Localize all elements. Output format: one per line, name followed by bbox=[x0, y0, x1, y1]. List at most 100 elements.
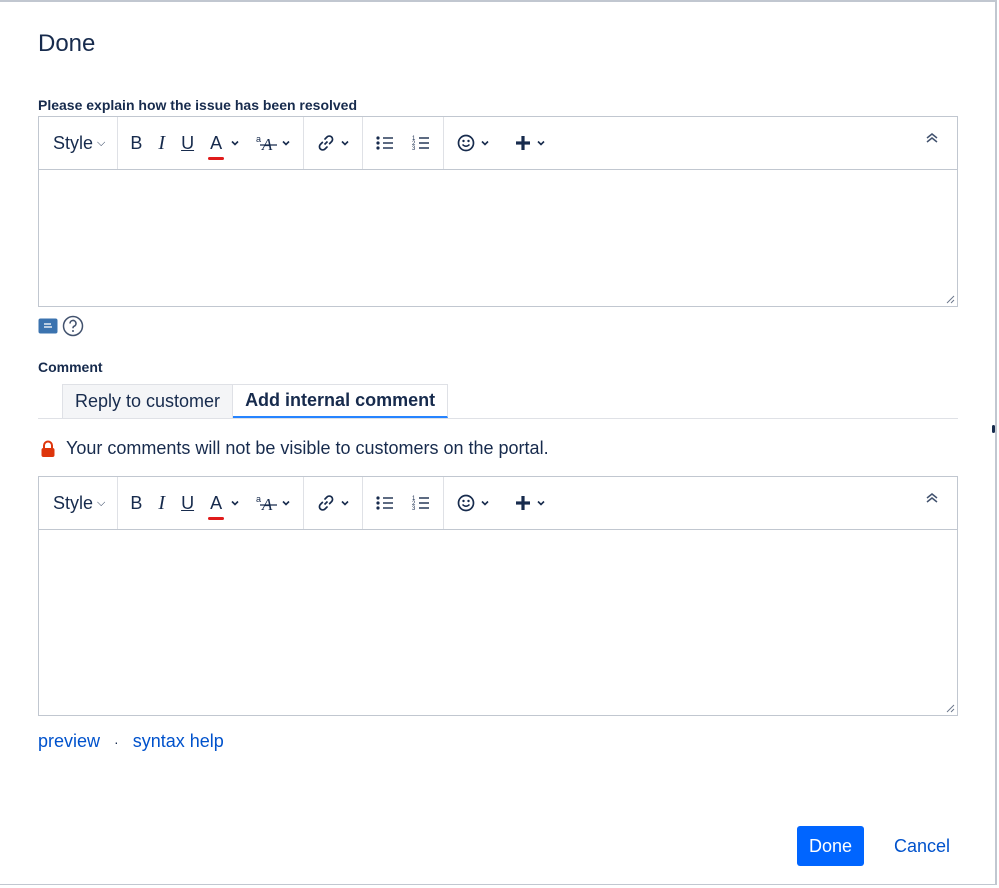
chevron-down-icon bbox=[282, 140, 290, 146]
chevron-down-icon bbox=[341, 500, 349, 506]
link-dropdown[interactable] bbox=[316, 133, 350, 153]
more-formatting-icon: aA bbox=[256, 134, 278, 152]
plus-icon bbox=[516, 496, 531, 510]
editor-toolbar: Style ⌵ B I U A aA 1 2 3 bbox=[39, 117, 957, 170]
svg-text:A: A bbox=[261, 495, 273, 512]
text-color-icon: A bbox=[208, 492, 225, 520]
collapse-toolbar-button[interactable] bbox=[925, 131, 939, 150]
style-group: Style ⌵ bbox=[53, 117, 119, 169]
underline-button[interactable]: U bbox=[181, 133, 194, 154]
resolution-textarea[interactable] bbox=[39, 170, 957, 306]
svg-text:3: 3 bbox=[412, 506, 416, 512]
underline-button[interactable]: U bbox=[181, 493, 194, 514]
resize-handle-icon[interactable] bbox=[945, 294, 955, 304]
notice-text: Your comments will not be visible to cus… bbox=[66, 438, 549, 458]
preview-link[interactable]: preview bbox=[38, 731, 100, 752]
numbered-list-button[interactable]: 123 bbox=[411, 494, 431, 512]
collapse-toolbar-button[interactable] bbox=[925, 491, 939, 510]
chevron-down-icon: ⌵ bbox=[97, 496, 106, 509]
edge-marker bbox=[992, 425, 995, 433]
resolution-label: Please explain how the issue has been re… bbox=[38, 97, 358, 113]
comment-textarea[interactable] bbox=[39, 530, 957, 715]
tab-divider bbox=[38, 418, 958, 419]
link-icon bbox=[318, 495, 334, 511]
bold-button[interactable]: B bbox=[130, 493, 142, 514]
done-button[interactable]: Done bbox=[797, 826, 864, 866]
wiki-mode-button[interactable] bbox=[38, 318, 58, 334]
style-group: Style ⌵ bbox=[53, 477, 119, 529]
emoji-dropdown[interactable] bbox=[456, 133, 490, 153]
more-formatting-dropdown[interactable]: aA bbox=[256, 134, 291, 152]
collapse-icon bbox=[926, 133, 938, 143]
chevron-down-icon bbox=[537, 140, 545, 146]
syntax-help-link[interactable]: syntax help bbox=[133, 731, 224, 752]
chevron-down-icon bbox=[481, 500, 489, 506]
link-dropdown[interactable] bbox=[316, 493, 350, 513]
collapse-icon bbox=[926, 493, 938, 503]
style-label: Style bbox=[53, 132, 94, 153]
insert-dropdown[interactable] bbox=[514, 494, 546, 512]
bullet-list-button[interactable] bbox=[375, 494, 395, 512]
tab-add-internal-comment[interactable]: Add internal comment bbox=[233, 384, 449, 418]
comment-editor: Style ⌵ B I U A aA 1 2 3 bbox=[38, 476, 958, 716]
document-icon bbox=[38, 318, 58, 334]
link-group bbox=[316, 117, 364, 169]
chevron-down-icon bbox=[282, 500, 290, 506]
link-separator: · bbox=[114, 733, 119, 750]
numbered-list-icon: 123 bbox=[412, 136, 430, 152]
comment-label: Comment bbox=[38, 359, 103, 375]
italic-button[interactable]: I bbox=[158, 132, 165, 155]
list-group: 123 bbox=[375, 117, 445, 169]
emoji-icon bbox=[457, 134, 475, 152]
chevron-down-icon bbox=[231, 140, 239, 146]
svg-text:a: a bbox=[256, 494, 261, 504]
numbered-list-icon: 123 bbox=[412, 496, 430, 512]
resolution-editor: Style ⌵ B I U A aA 1 2 3 bbox=[38, 116, 958, 307]
help-button[interactable] bbox=[62, 315, 84, 337]
insert-group bbox=[456, 477, 558, 529]
text-color-icon: A bbox=[208, 132, 225, 160]
dialog-title: Done bbox=[38, 30, 96, 57]
emoji-icon bbox=[457, 494, 475, 512]
chevron-down-icon bbox=[231, 500, 239, 506]
chevron-down-icon bbox=[481, 140, 489, 146]
bullet-list-icon bbox=[376, 496, 394, 510]
link-icon bbox=[318, 135, 334, 151]
more-formatting-icon: aA bbox=[256, 494, 278, 512]
text-color-dropdown[interactable]: A bbox=[208, 132, 240, 160]
format-group: B I U A aA bbox=[130, 117, 305, 169]
comment-tabs: Reply to customer Add internal comment bbox=[62, 384, 449, 418]
italic-button[interactable]: I bbox=[158, 492, 165, 515]
numbered-list-button[interactable]: 123 bbox=[411, 134, 431, 152]
chevron-down-icon bbox=[537, 500, 545, 506]
svg-text:a: a bbox=[256, 134, 261, 144]
more-formatting-dropdown[interactable]: aA bbox=[256, 494, 291, 512]
cancel-button[interactable]: Cancel bbox=[884, 826, 960, 866]
bold-button[interactable]: B bbox=[130, 133, 142, 154]
svg-text:A: A bbox=[261, 135, 273, 152]
lock-icon bbox=[41, 440, 55, 457]
style-label: Style bbox=[53, 492, 94, 513]
style-dropdown[interactable]: Style ⌵ bbox=[53, 133, 105, 154]
help-icon bbox=[62, 315, 84, 337]
bullet-list-icon bbox=[376, 136, 394, 150]
internal-notice: Your comments will not be visible to cus… bbox=[40, 438, 549, 459]
list-group: 123 bbox=[375, 477, 445, 529]
emoji-dropdown[interactable] bbox=[456, 493, 490, 513]
editor-links: preview · syntax help bbox=[38, 731, 224, 752]
chevron-down-icon bbox=[341, 140, 349, 146]
editor-mode-row bbox=[38, 315, 84, 337]
link-group bbox=[316, 477, 364, 529]
format-group: B I U A aA bbox=[130, 477, 305, 529]
editor-toolbar: Style ⌵ B I U A aA 1 2 3 bbox=[39, 477, 957, 530]
dialog: Done Please explain how the issue has be… bbox=[0, 0, 997, 885]
chevron-down-icon: ⌵ bbox=[97, 136, 106, 149]
style-dropdown[interactable]: Style ⌵ bbox=[53, 493, 105, 514]
resize-handle-icon[interactable] bbox=[945, 703, 955, 713]
text-color-dropdown[interactable]: A bbox=[208, 492, 240, 520]
svg-text:3: 3 bbox=[412, 146, 416, 152]
bullet-list-button[interactable] bbox=[375, 134, 395, 152]
tab-reply-to-customer[interactable]: Reply to customer bbox=[62, 384, 234, 418]
insert-group bbox=[456, 117, 558, 169]
insert-dropdown[interactable] bbox=[514, 134, 546, 152]
